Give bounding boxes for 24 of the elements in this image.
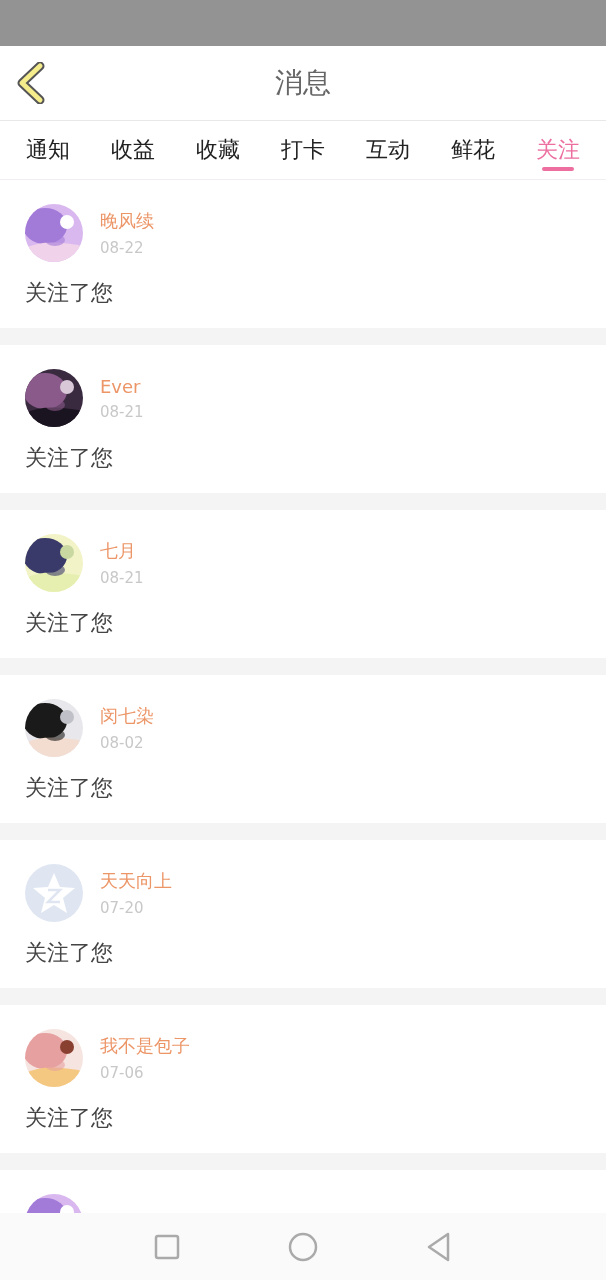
tab[interactable]: 互动 <box>345 121 431 179</box>
message-text: 关注了您 <box>25 1104 114 1132</box>
home-icon[interactable] <box>288 1231 318 1262</box>
back-icon[interactable] <box>426 1231 452 1262</box>
message-text: 关注了您 <box>25 279 114 307</box>
user-name: 我不是包子 <box>100 1034 190 1058</box>
user-name: 天天向上 <box>100 869 172 893</box>
message-text: 关注了您 <box>25 609 114 637</box>
user-name: Ever <box>100 375 142 397</box>
message-text: 关注了您 <box>25 774 114 802</box>
tab[interactable]: 通知 <box>6 121 91 179</box>
star-avatar-icon <box>25 864 83 922</box>
user-name: 七月 <box>100 539 137 563</box>
user-name: 闵七染 <box>100 704 154 728</box>
user-name: 晚风续 <box>100 209 154 233</box>
page-title: 消息 <box>275 65 331 101</box>
tab[interactable]: 鲜花 <box>430 121 516 179</box>
chevron-icon <box>16 62 46 104</box>
tab[interactable]: 打卡 <box>260 121 346 179</box>
recent-apps-icon[interactable] <box>154 1233 180 1260</box>
tab[interactable]: 收藏 <box>175 121 261 179</box>
message-text: 关注了您 <box>25 444 114 472</box>
tab[interactable]: 收益 <box>90 121 176 179</box>
message-text: 关注了您 <box>25 939 114 967</box>
